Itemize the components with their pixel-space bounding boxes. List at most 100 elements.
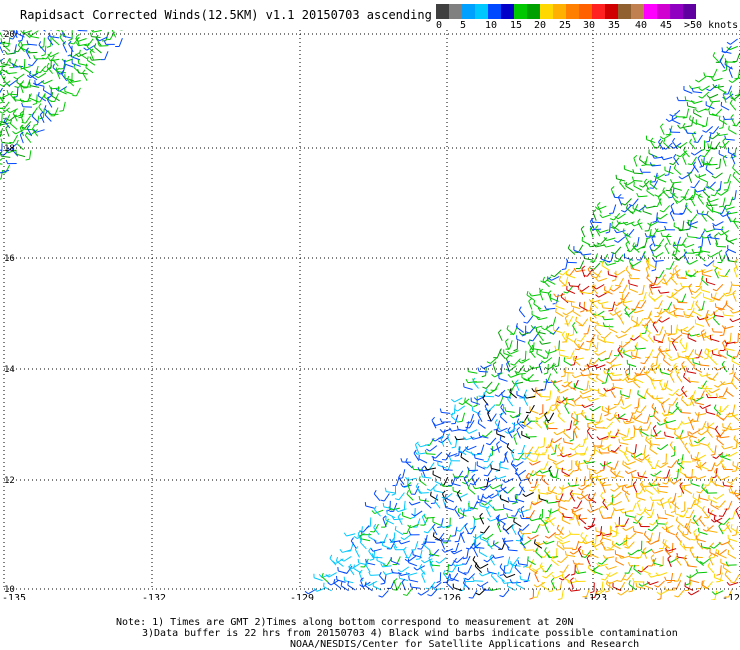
wind-barb	[614, 460, 619, 470]
wind-barb-flag	[657, 482, 660, 487]
wind-barb-flag	[657, 289, 661, 294]
wind-barb	[643, 444, 647, 454]
wind-barb-flag	[652, 364, 657, 367]
wind-barb	[537, 333, 544, 342]
lat-label: 18	[4, 144, 15, 154]
wind-barb	[467, 445, 477, 451]
wind-barb	[14, 99, 25, 102]
wind-barb-flag	[633, 155, 638, 159]
wind-barb	[660, 444, 669, 451]
wind-barb	[713, 318, 720, 326]
wind-barb	[574, 386, 584, 391]
wind-barb-flag	[669, 441, 673, 446]
wind-barb	[667, 499, 672, 509]
wind-barb	[408, 562, 418, 567]
wind-barb-flag	[661, 526, 666, 531]
wind-barb-flag	[546, 492, 551, 495]
wind-barb	[516, 584, 525, 590]
wind-barb-flag	[429, 549, 431, 555]
wind-barb	[657, 229, 667, 233]
wind-barb	[720, 189, 729, 196]
wind-barb-flag	[650, 473, 655, 477]
wind-barb-flag	[588, 373, 590, 378]
wind-barb	[424, 501, 432, 509]
wind-barb-flag	[656, 598, 662, 600]
wind-barb-flag	[652, 257, 656, 262]
wind-barb-flag	[607, 432, 610, 437]
wind-barb-flag	[574, 348, 579, 351]
wind-barb	[728, 69, 733, 79]
wind-barb	[622, 489, 630, 496]
wind-barb-flag	[678, 176, 683, 180]
wind-barb-flag	[557, 598, 562, 600]
wind-barb-flag	[498, 329, 502, 333]
wind-barb	[438, 557, 447, 564]
wind-barb-flag	[535, 548, 538, 553]
wind-barb	[655, 437, 665, 440]
wind-barb-flag	[486, 442, 491, 446]
wind-barb	[560, 388, 569, 394]
wind-barb	[510, 451, 515, 461]
wind-barb	[629, 532, 637, 540]
wind-barb	[564, 317, 569, 327]
wind-barb-flag	[408, 501, 413, 506]
wind-barb-flag	[702, 528, 707, 532]
wind-barb	[732, 292, 737, 302]
wind-barb-flag	[41, 54, 46, 57]
wind-barb	[720, 105, 730, 111]
wind-barb-flag	[669, 371, 673, 375]
wind-barb	[721, 456, 731, 461]
wind-barb	[521, 532, 531, 535]
wind-barb-flag	[601, 303, 604, 309]
wind-barb-flag	[509, 414, 514, 419]
wind-barb	[725, 138, 735, 141]
wind-barb-flag	[700, 155, 705, 158]
wind-barb	[712, 372, 719, 380]
wind-barb-flag	[21, 102, 24, 107]
wind-barb	[61, 73, 68, 82]
wind-barb	[672, 119, 681, 125]
wind-barb-flag	[641, 164, 646, 167]
wind-barb-flag	[602, 554, 606, 559]
wind-barb	[68, 43, 74, 53]
wind-barb	[500, 416, 508, 424]
wind-barb	[525, 492, 534, 497]
wind-barb-flag	[592, 276, 597, 279]
wind-barb-flag	[656, 464, 661, 469]
wind-barb-flag	[676, 458, 680, 463]
wind-barb-flag	[534, 387, 537, 392]
wind-barb-flag	[716, 411, 719, 416]
wind-barb	[13, 65, 24, 68]
wind-barb	[464, 401, 473, 407]
wind-barb-flag	[513, 348, 518, 352]
wind-barb-flag	[551, 575, 556, 579]
wind-barb	[619, 442, 629, 446]
wind-barb-flag	[595, 224, 599, 229]
wind-barb-flag	[502, 523, 506, 528]
wind-barb-flag	[718, 145, 723, 149]
wind-barb-flag	[0, 111, 3, 114]
wind-barb	[460, 456, 469, 463]
wind-barb-flag	[432, 456, 435, 461]
wind-barb	[729, 284, 733, 294]
wind-barb	[677, 254, 686, 261]
wind-barb	[687, 236, 697, 239]
wind-barb-flag	[26, 40, 29, 45]
wind-barb-flag	[556, 588, 561, 591]
wind-barb	[602, 214, 612, 219]
wind-barb-flag	[673, 153, 677, 158]
wind-barb	[639, 366, 646, 375]
wind-barb-flag	[732, 534, 737, 537]
wind-barb	[714, 314, 724, 318]
wind-barb-flag	[533, 539, 536, 544]
wind-barb-flag	[710, 354, 713, 359]
wind-barb-flag	[676, 154, 681, 158]
wind-barb-flag	[427, 594, 432, 597]
wind-barb-flag	[90, 30, 94, 33]
wind-barb	[650, 501, 654, 511]
wind-barb-flag	[394, 498, 400, 501]
wind-barb-flag	[3, 117, 7, 122]
wind-barb	[725, 390, 734, 397]
wind-barb-flag	[623, 436, 628, 438]
wind-barb	[649, 532, 653, 542]
